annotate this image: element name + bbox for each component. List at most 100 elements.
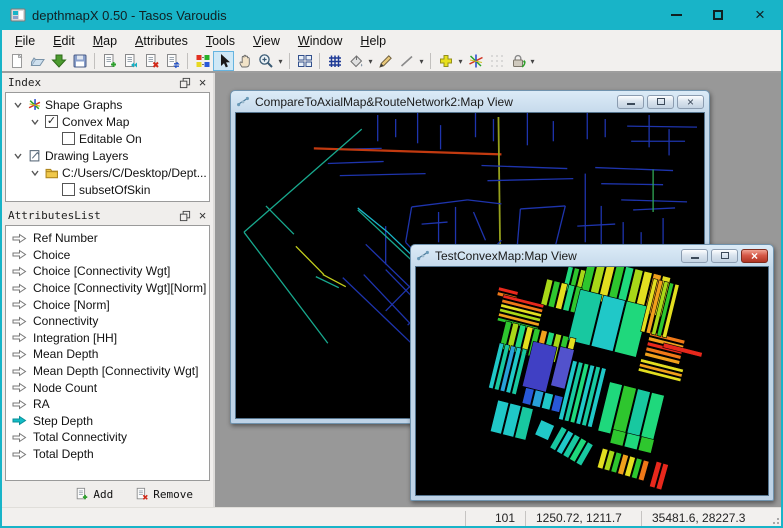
step-depth-cross-dropdown[interactable]: ▾ [456,57,465,66]
child-minimize-button[interactable] [681,249,708,263]
convex-map-canvas[interactable] [415,266,769,496]
tree-item-subsetofskin[interactable]: subsetOfSkin [6,181,209,198]
menu-window[interactable]: Window [289,32,351,50]
attribute-item-step-depth[interactable]: Step Depth [6,413,209,430]
attribute-arrow-icon [12,332,27,343]
child-maximize-button[interactable] [711,249,738,263]
fill-bucket-dropdown[interactable]: ▾ [366,57,375,66]
attribute-item-mean-depth-connectivity-wgt-[interactable]: Mean Depth [Connectivity Wgt] [6,363,209,380]
attributes-float-button[interactable] [178,209,191,222]
attribute-item-mean-depth[interactable]: Mean Depth [6,346,209,363]
resize-grip[interactable] [767,511,781,526]
add-attribute-button[interactable]: Add [75,487,113,501]
axial-lines-button[interactable] [465,51,486,71]
attributes-close-button[interactable]: × [196,209,209,222]
layer-checkbox[interactable] [62,183,75,196]
menu-edit[interactable]: Edit [44,32,84,50]
expander-chevron-icon[interactable] [29,117,41,127]
remove-attribute-button[interactable]: Remove [135,487,193,501]
expander-chevron-icon[interactable] [12,100,24,110]
expander-chevron-icon[interactable] [12,151,24,161]
index-tree: Shape Graphs ✓ Convex MapEditable OnDrawin… [5,92,210,202]
grid-dots-icon [489,53,505,69]
lock-unlock-button[interactable] [507,51,528,71]
line-tool-dropdown[interactable]: ▾ [417,57,426,66]
pan-hand-button[interactable] [234,51,255,71]
menu-map[interactable]: Map [84,32,126,50]
menu-file[interactable]: File [6,32,44,50]
attribute-item-node-count[interactable]: Node Count [6,379,209,396]
tree-item-label: Shape Graphs [45,98,122,112]
float-icon [179,210,191,222]
attribute-item-connectivity[interactable]: Connectivity [6,313,209,330]
attribute-item-choice[interactable]: Choice [6,247,209,264]
attribute-item-total-connectivity[interactable]: Total Connectivity [6,429,209,446]
tree-item-editable-on[interactable]: Editable On [6,130,209,147]
close-button[interactable]: × [739,0,781,30]
open-file-button[interactable] [27,51,48,71]
convex-window-titlebar[interactable]: TestConvexMap:Map View × [415,245,769,266]
import-button[interactable] [48,51,69,71]
select-cursor-icon [216,53,232,69]
attribute-item-ra[interactable]: RA [6,396,209,413]
menu-view[interactable]: View [244,32,289,50]
fill-bucket-button[interactable] [345,51,366,71]
update-map-button[interactable] [162,51,183,71]
child-close-button[interactable]: × [741,249,768,263]
layer-checkbox[interactable] [62,132,75,145]
expander-chevron-icon[interactable] [29,168,41,178]
child-maximize-button[interactable] [647,95,674,109]
index-close-button[interactable]: × [196,76,209,89]
tree-item-label: Convex Map [62,115,129,129]
attribute-label: Choice [Connectivity Wgt] [33,264,170,278]
new-file-button[interactable] [6,51,27,71]
minimize-button[interactable] [655,0,697,30]
menu-help[interactable]: Help [351,32,395,50]
attribute-label: RA [33,397,50,411]
attribute-label: Mean Depth [33,347,98,361]
index-float-button[interactable] [178,76,191,89]
line-tool-button[interactable] [396,51,417,71]
save-button[interactable] [69,51,90,71]
zoom-dropdown[interactable]: ▾ [276,57,285,66]
attribute-label: Total Depth [33,447,94,461]
child-close-button[interactable]: × [677,95,704,109]
select-cursor-button[interactable] [213,51,234,71]
toolbar-separator [319,53,320,69]
attribute-item-ref-number[interactable]: Ref Number [6,230,209,247]
tree-item-drawing-layers[interactable]: Drawing Layers [6,147,209,164]
attribute-label: Node Count [33,381,97,395]
attribute-item-integration-hh-[interactable]: Integration [HH] [6,330,209,347]
toolbar: ▾ ▾ ▾ ▾ ▾ [2,51,781,73]
zoom-button[interactable] [255,51,276,71]
maximize-button[interactable] [697,0,739,30]
attribute-item-choice-norm-[interactable]: Choice [Norm] [6,296,209,313]
child-minimize-button[interactable] [617,95,644,109]
import-map-button[interactable] [120,51,141,71]
attribute-label: Choice [Norm] [33,298,110,312]
drawing-layer-icon [28,149,41,162]
layer-checkbox[interactable]: ✓ [45,115,58,128]
add-map-button[interactable] [99,51,120,71]
grid-dots-button[interactable] [486,51,507,71]
lock-unlock-dropdown[interactable]: ▾ [528,57,537,66]
attribute-item-total-depth[interactable]: Total Depth [6,446,209,463]
attribute-item-choice-connectivity-wgt-[interactable]: Choice [Connectivity Wgt] [6,263,209,280]
attribute-label: Choice [Connectivity Wgt][Norm] [33,281,206,295]
attributes-list: Ref NumberChoiceChoice [Connectivity Wgt… [5,225,210,481]
windows-tile-button[interactable] [294,51,315,71]
menu-attributes[interactable]: Attributes [126,32,197,50]
grid-button[interactable] [324,51,345,71]
delete-map-button[interactable] [141,51,162,71]
step-depth-cross-button[interactable] [435,51,456,71]
pan-hand-icon [237,53,253,69]
toolbar-separator [289,53,290,69]
tree-item-convex-map[interactable]: ✓ Convex Map [6,113,209,130]
pencil-button[interactable] [375,51,396,71]
menu-tools[interactable]: Tools [197,32,244,50]
tree-item-c-users-c-desktop-dept-[interactable]: C:/Users/C/Desktop/Dept... [6,164,209,181]
axial-window-titlebar[interactable]: CompareToAxialMap&RouteNetwork2:Map View… [235,91,705,112]
color-range-button[interactable] [192,51,213,71]
attribute-item-choice-connectivity-wgt-norm-[interactable]: Choice [Connectivity Wgt][Norm] [6,280,209,297]
tree-item-shape-graphs[interactable]: Shape Graphs [6,96,209,113]
